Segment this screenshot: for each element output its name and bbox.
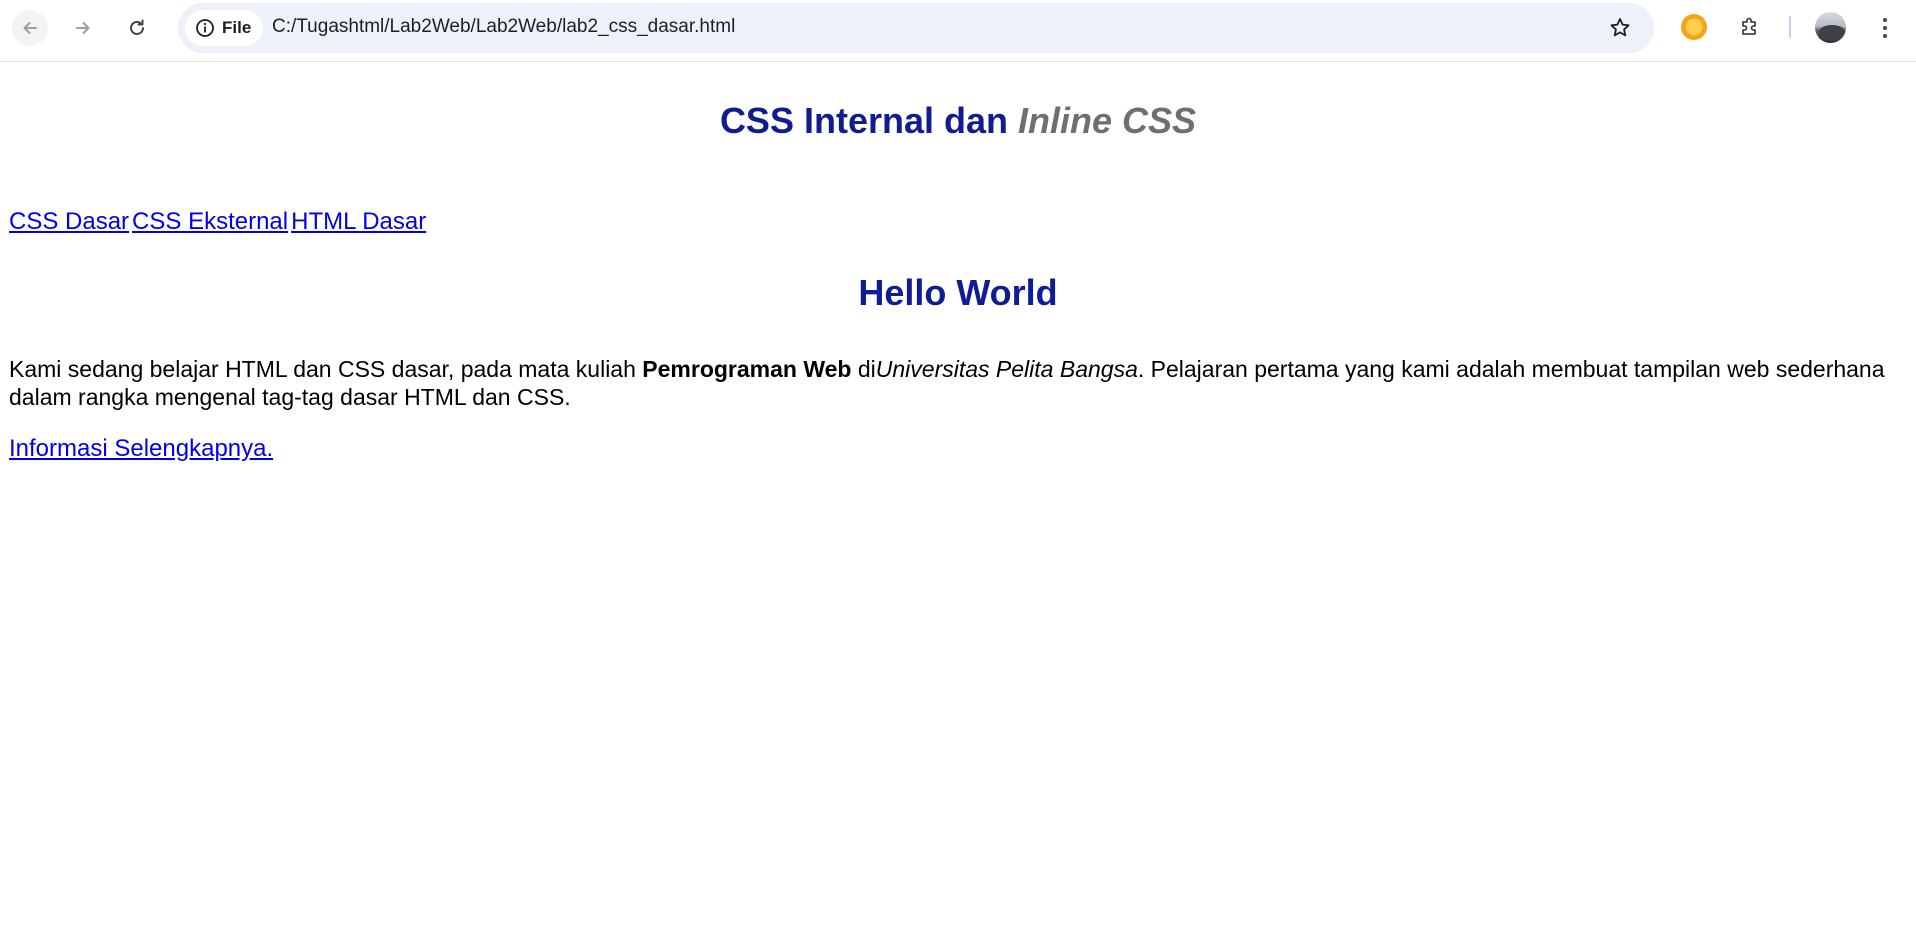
course-name: Pemrograman Web xyxy=(642,356,852,382)
intro-paragraph: Kami sedang belajar HTML dan CSS dasar, … xyxy=(9,355,1889,411)
arrow-left-icon xyxy=(23,22,37,34)
bookmark-button[interactable] xyxy=(1606,14,1634,42)
kebab-menu-icon[interactable] xyxy=(1870,12,1900,44)
paragraph-text-1: Kami sedang belajar HTML dan CSS dasar, … xyxy=(9,356,643,382)
page-title-main: CSS Internal dan xyxy=(719,100,1008,141)
page-content: CSS Internal dan Inline CSS CSS Dasar CSS… xyxy=(0,62,1916,941)
hello-heading: Hello World xyxy=(858,272,1058,313)
forward-button[interactable] xyxy=(65,10,101,46)
url-text[interactable]: C:/Tugashtml/Lab2Web/Lab2Web/lab2_css_da… xyxy=(272,16,735,38)
paragraph-text-2: di xyxy=(851,356,876,382)
browser-toolbar: File C:/Tugashtml/Lab2Web/Lab2Web/lab2_c… xyxy=(0,0,1916,62)
link-html-dasar[interactable]: HTML Dasar xyxy=(291,208,426,235)
arrow-right-icon xyxy=(76,22,90,34)
page-title-accent: Inline CSS xyxy=(1018,100,1197,141)
extensions-button[interactable] xyxy=(1736,13,1764,41)
more-info-link[interactable]: Informasi Selengkapnya. xyxy=(9,435,273,463)
page-title: CSS Internal dan Inline CSS xyxy=(0,100,1916,142)
back-button[interactable] xyxy=(12,10,48,46)
address-bar[interactable]: File C:/Tugashtml/Lab2Web/Lab2Web/lab2_c… xyxy=(178,3,1654,53)
avatar-image xyxy=(1819,25,1845,39)
star-icon xyxy=(1610,18,1630,37)
nav-links: CSS Dasar CSS Eksternal HTML Dasar xyxy=(9,208,429,236)
avatar[interactable] xyxy=(1815,12,1846,43)
site-info-chip[interactable]: File xyxy=(185,10,264,46)
orange-extension-icon[interactable] xyxy=(1681,14,1707,40)
toolbar-divider xyxy=(1789,16,1791,38)
link-css-eksternal[interactable]: CSS Eksternal xyxy=(132,208,288,235)
reload-button[interactable] xyxy=(119,10,155,46)
link-css-dasar[interactable]: CSS Dasar xyxy=(9,208,129,235)
puzzle-icon xyxy=(1742,17,1756,35)
scheme-label: File xyxy=(222,18,252,37)
reload-icon xyxy=(130,19,144,35)
university-name: Universitas Pelita Bangsa xyxy=(875,356,1138,382)
info-icon xyxy=(196,19,214,37)
